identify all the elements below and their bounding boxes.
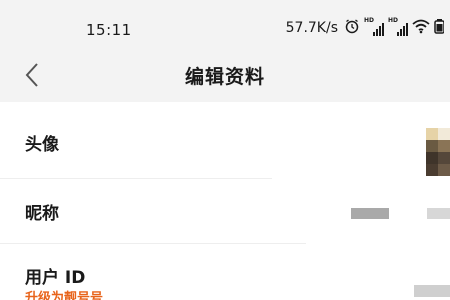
status-icons: 57.7K/s HD HD	[285, 17, 445, 38]
status-bar: 15:11 57.7K/s HD HD	[0, 0, 450, 50]
wifi-icon	[412, 18, 430, 38]
network-speed: 57.7K/s	[285, 20, 338, 36]
nav-bar: 编辑资料	[0, 50, 450, 102]
hd-signal-icon-1: HD	[364, 17, 384, 36]
user-id-value	[414, 285, 450, 297]
status-time: 15:11	[86, 21, 132, 39]
nickname-value-extra	[427, 208, 450, 219]
avatar[interactable]	[426, 128, 450, 176]
hd-signal-icon-2: HD	[388, 17, 408, 36]
upgrade-id-link[interactable]: 升级为靓号号	[25, 287, 103, 300]
page-title: 编辑资料	[184, 66, 265, 88]
avatar-row[interactable]: 头像	[0, 102, 450, 178]
nickname-label: 昵称	[25, 204, 59, 224]
user-id-label: 用户 ID	[25, 268, 86, 288]
battery-icon	[434, 18, 445, 38]
edit-profile-screen: 15:11 57.7K/s HD HD 编辑资料 头像 昵称 用户 ID 升级为…	[0, 0, 450, 300]
user-id-row[interactable]: 用户 ID 升级为靓号号	[0, 244, 450, 300]
alarm-icon	[344, 18, 360, 38]
nickname-value	[351, 208, 389, 219]
avatar-label: 头像	[25, 135, 59, 155]
